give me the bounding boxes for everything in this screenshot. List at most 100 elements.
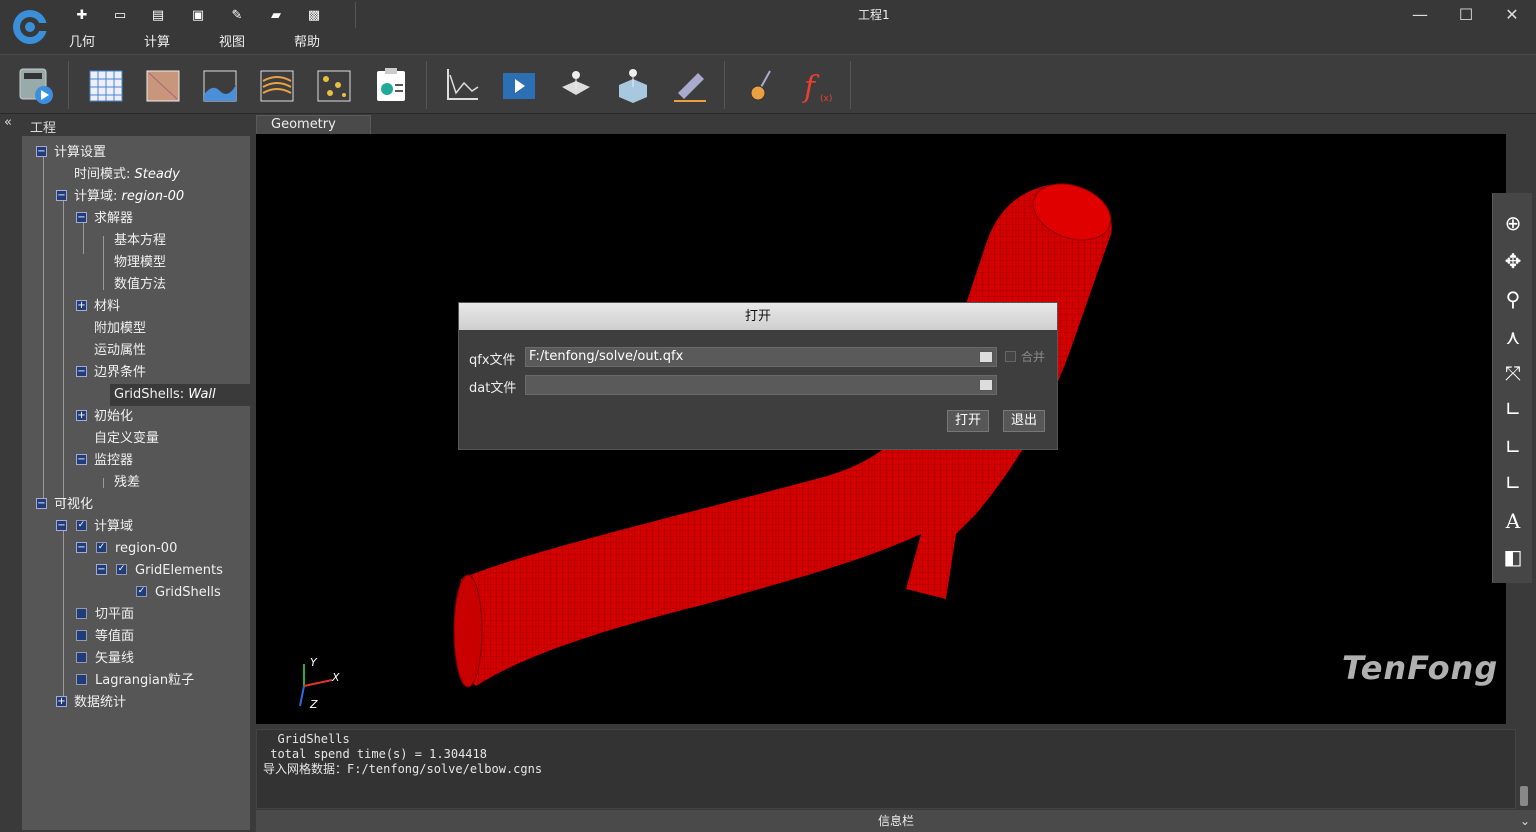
tree-item-region[interactable]: region-00 bbox=[115, 538, 177, 560]
tree-item-boundary[interactable]: 边界条件 bbox=[94, 362, 146, 384]
tree-item-init[interactable]: 初始化 bbox=[94, 406, 133, 428]
open-folder-icon[interactable]: ▭ bbox=[111, 6, 129, 24]
dat-browse-icon[interactable] bbox=[979, 379, 993, 391]
tree-item-solver[interactable]: 求解器 bbox=[94, 208, 133, 230]
checkbox-lagrangian[interactable] bbox=[76, 674, 87, 685]
expander-vis-domain[interactable]: − bbox=[56, 520, 67, 531]
text-icon[interactable]: A bbox=[1499, 507, 1527, 535]
particles-icon[interactable] bbox=[312, 63, 356, 107]
import-icon[interactable]: ▤ bbox=[149, 6, 167, 24]
tree-item-vector[interactable]: 矢量线 bbox=[95, 648, 134, 670]
expander-grid-elements[interactable]: − bbox=[96, 564, 107, 575]
tree-item-time-mode[interactable]: 时间模式: Steady bbox=[74, 164, 180, 186]
clip-icon[interactable]: ◧ bbox=[1499, 543, 1527, 571]
save-icon[interactable]: ▰ bbox=[267, 6, 285, 24]
tree-item-physics[interactable]: 物理模型 bbox=[114, 252, 166, 274]
tree-item-domain[interactable]: 计算域: region-00 bbox=[74, 186, 184, 208]
checkbox-grid-shells[interactable]: ✓ bbox=[136, 586, 147, 597]
expander-monitor[interactable]: − bbox=[76, 454, 87, 465]
streamline-icon[interactable] bbox=[255, 63, 299, 107]
view-zx-icon[interactable]: ∟ bbox=[1499, 433, 1527, 461]
toolbar-separator bbox=[426, 61, 427, 109]
tree-item-isosurface[interactable]: 等值面 bbox=[95, 626, 134, 648]
info-bar: 信息栏 bbox=[256, 810, 1536, 832]
tree-item-visualize[interactable]: 可视化 bbox=[54, 494, 93, 516]
tree-item-vis-domain[interactable]: 计算域 bbox=[94, 516, 133, 538]
checkbox-grid-elements[interactable]: ✓ bbox=[116, 564, 127, 575]
edit-icon[interactable]: ✎ bbox=[228, 6, 246, 24]
tree-item-lagrangian[interactable]: Lagrangian粒子 bbox=[95, 670, 194, 692]
animation-icon[interactable] bbox=[497, 63, 541, 107]
tree-item-material[interactable]: 材料 bbox=[94, 296, 120, 318]
tree-item-gridshells-wall[interactable]: GridShells: Wall bbox=[110, 384, 250, 406]
axes-icon[interactable]: ⋏ bbox=[1499, 323, 1527, 351]
menu-help[interactable]: 帮助 bbox=[294, 31, 320, 50]
chevron-down-icon[interactable]: ⌄ bbox=[1516, 810, 1534, 832]
tree-item-numeric[interactable]: 数值方法 bbox=[114, 274, 166, 296]
checkbox-vis-domain[interactable]: ✓ bbox=[76, 520, 87, 531]
tree-item-grid-elements[interactable]: GridElements bbox=[135, 560, 223, 582]
exit-button[interactable]: 退出 bbox=[1003, 410, 1045, 432]
contour-icon[interactable] bbox=[198, 63, 242, 107]
expander-calc-settings[interactable]: − bbox=[36, 146, 47, 157]
menu-view[interactable]: 视图 bbox=[219, 31, 245, 50]
save-as-icon[interactable]: ▩ bbox=[305, 6, 323, 24]
tree-item-basic-eq[interactable]: 基本方程 bbox=[114, 230, 166, 252]
function-icon[interactable]: f (x) bbox=[794, 63, 838, 107]
title-divider bbox=[355, 2, 356, 28]
tree-item-grid-shells[interactable]: GridShells bbox=[155, 582, 221, 604]
close-button[interactable]: ✕ bbox=[1497, 4, 1527, 26]
probe-point-icon[interactable] bbox=[554, 63, 598, 107]
expander-material[interactable]: + bbox=[76, 300, 87, 311]
surface-icon[interactable] bbox=[141, 63, 185, 107]
residual-plot-icon[interactable] bbox=[440, 63, 484, 107]
expander-domain[interactable]: − bbox=[56, 190, 67, 201]
export-icon[interactable]: ▣ bbox=[189, 6, 207, 24]
tree-item-calc-settings[interactable]: 计算设置 bbox=[54, 142, 106, 164]
tree-item-custom-var[interactable]: 自定义变量 bbox=[94, 428, 159, 450]
minimize-button[interactable]: — bbox=[1405, 4, 1435, 26]
view-zy-icon[interactable]: ∟ bbox=[1499, 469, 1527, 497]
open-button[interactable]: 打开 bbox=[947, 410, 989, 432]
title-bar: ✚ ▭ ▤ ▣ ✎ ▰ ▩ 几何 计算 视图 帮助 工程1 — ☐ ✕ bbox=[0, 0, 1536, 54]
tree-item-stats[interactable]: 数据统计 bbox=[74, 692, 126, 714]
expander-visualize[interactable]: − bbox=[36, 498, 47, 509]
zoom-icon[interactable]: ⚲ bbox=[1499, 285, 1527, 313]
probe-surface-icon[interactable] bbox=[611, 63, 655, 107]
tree-item-residual[interactable]: 残差 bbox=[114, 472, 140, 494]
log-scrollbar-thumb[interactable] bbox=[1520, 786, 1528, 806]
tree-item-cut-plane[interactable]: 切平面 bbox=[95, 604, 134, 626]
mesh-grid-icon[interactable] bbox=[84, 63, 128, 107]
expander-stats[interactable]: + bbox=[56, 696, 67, 707]
qfx-browse-icon[interactable] bbox=[979, 351, 993, 363]
menu-compute[interactable]: 计算 bbox=[144, 31, 170, 50]
tree-item-addon[interactable]: 附加模型 bbox=[94, 318, 146, 340]
qfx-file-input[interactable]: F:/tenfong/solve/out.qfx bbox=[525, 347, 997, 367]
expander-region[interactable]: − bbox=[76, 542, 87, 553]
checkbox-vector[interactable] bbox=[76, 652, 87, 663]
tab-geometry[interactable]: Geometry bbox=[256, 115, 371, 135]
expander-init[interactable]: + bbox=[76, 410, 87, 421]
menu-geometry[interactable]: 几何 bbox=[69, 31, 95, 50]
checkbox-region[interactable]: ✓ bbox=[96, 542, 107, 553]
log-line: GridShells bbox=[263, 732, 350, 746]
new-file-icon[interactable]: ✚ bbox=[73, 6, 91, 24]
brush-icon[interactable] bbox=[736, 63, 780, 107]
report-icon[interactable] bbox=[369, 63, 413, 107]
collapse-panel-button[interactable]: « bbox=[4, 115, 12, 130]
merge-checkbox[interactable] bbox=[1005, 351, 1016, 362]
tree-item-motion[interactable]: 运动属性 bbox=[94, 340, 146, 362]
expander-solver[interactable]: − bbox=[76, 212, 87, 223]
checkbox-cut-plane[interactable] bbox=[76, 608, 87, 619]
fit-icon[interactable]: ⤧ bbox=[1499, 359, 1527, 387]
dat-file-input[interactable] bbox=[525, 375, 997, 395]
pan-icon[interactable]: ✥ bbox=[1499, 247, 1527, 275]
view-xy-icon[interactable]: ∟ bbox=[1499, 395, 1527, 423]
rotate-icon[interactable]: ⊕ bbox=[1499, 209, 1527, 237]
checkbox-isosurface[interactable] bbox=[76, 630, 87, 641]
ruler-icon[interactable] bbox=[668, 63, 712, 107]
tree-item-monitor[interactable]: 监控器 bbox=[94, 450, 133, 472]
maximize-button[interactable]: ☐ bbox=[1451, 4, 1481, 26]
expander-boundary[interactable]: − bbox=[76, 366, 87, 377]
calculator-run-icon[interactable] bbox=[14, 63, 58, 107]
